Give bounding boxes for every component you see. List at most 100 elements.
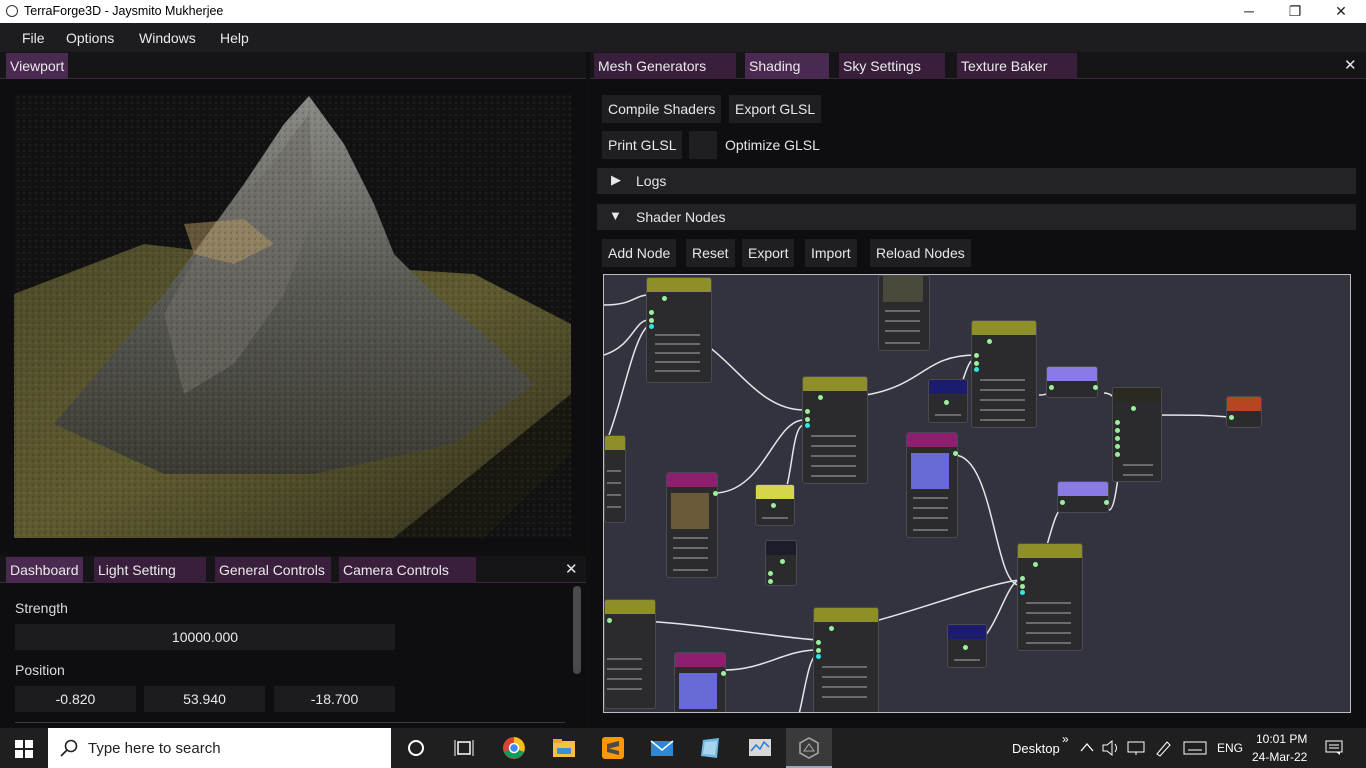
- node-texture-top[interactable]: [878, 275, 930, 351]
- node-texture-2[interactable]: [906, 432, 958, 538]
- terrain-viewport[interactable]: [14, 94, 571, 538]
- node-perlin-4[interactable]: [1017, 543, 1083, 651]
- strength-label: Strength: [15, 600, 68, 616]
- menu-help[interactable]: Help: [220, 30, 249, 46]
- strength-input[interactable]: 10000.000: [15, 624, 395, 650]
- file-explorer-icon[interactable]: [552, 736, 576, 760]
- tab-camera-controls[interactable]: Camera Controls: [339, 557, 476, 583]
- tab-viewport[interactable]: Viewport: [6, 53, 69, 79]
- divider: [15, 722, 565, 723]
- tab-texture-baker[interactable]: Texture Baker: [957, 53, 1077, 79]
- node-slope-1[interactable]: [928, 379, 968, 423]
- texture-thumbnail: [883, 276, 923, 302]
- position-x-input[interactable]: -0.820: [15, 686, 136, 712]
- node-texture-3[interactable]: [674, 652, 726, 712]
- search-icon: [60, 739, 78, 757]
- logs-label: Logs: [636, 173, 667, 189]
- close-window-button[interactable]: ✕: [1318, 0, 1364, 23]
- print-glsl-button[interactable]: Print GLSL: [602, 131, 683, 159]
- collapse-arrow-icon: ▼: [609, 208, 622, 223]
- task-manager-icon[interactable]: [748, 736, 772, 760]
- texture-thumbnail: [679, 673, 717, 709]
- reset-button[interactable]: Reset: [686, 239, 735, 267]
- tab-mesh-generators[interactable]: Mesh Generators: [594, 53, 736, 79]
- tab-general-controls[interactable]: General Controls: [215, 557, 331, 583]
- taskbar: Type here to search Desktop » ENG 10:01 …: [0, 728, 1366, 768]
- export-glsl-button[interactable]: Export GLSL: [729, 95, 822, 123]
- node-perlin-6[interactable]: [813, 607, 879, 712]
- expand-arrow-icon: ▶: [611, 172, 621, 187]
- taskbar-search[interactable]: Type here to search: [48, 728, 391, 768]
- network-icon[interactable]: [1127, 740, 1145, 756]
- tab-dashboard[interactable]: Dashboard: [6, 557, 83, 583]
- viewport-panel: Viewport: [0, 52, 586, 552]
- terraforge-taskbar-button[interactable]: [786, 728, 832, 768]
- node-left-olive[interactable]: [604, 435, 626, 523]
- viewport-tabbar: [0, 52, 586, 79]
- shader-nodes-header[interactable]: ▼ Shader Nodes: [597, 204, 1356, 230]
- close-shading-button[interactable]: ✕: [1344, 56, 1357, 74]
- keyboard-icon[interactable]: [1183, 741, 1207, 755]
- texture-thumbnail: [671, 493, 709, 529]
- shader-nodes-label: Shader Nodes: [636, 209, 726, 225]
- sublime-text-icon[interactable]: [601, 736, 625, 760]
- chevron-icon[interactable]: »: [1062, 732, 1069, 746]
- node-output[interactable]: [1226, 396, 1262, 428]
- mail-icon[interactable]: [650, 736, 674, 760]
- optimize-glsl-label: Optimize GLSL: [725, 137, 820, 153]
- reload-nodes-button[interactable]: Reload Nodes: [870, 239, 971, 267]
- app-icon: [6, 5, 18, 17]
- node-perlin-1[interactable]: [646, 277, 712, 383]
- add-node-button[interactable]: Add Node: [602, 239, 677, 267]
- import-button[interactable]: Import: [805, 239, 857, 267]
- terrain-render: [14, 94, 571, 538]
- node-mix-2[interactable]: [1057, 481, 1109, 513]
- node-perlin-3[interactable]: [802, 376, 868, 484]
- tray-up-arrow-icon[interactable]: [1080, 742, 1094, 752]
- clock-date[interactable]: 24-Mar-22: [1252, 750, 1307, 764]
- node-editor-canvas[interactable]: [603, 274, 1351, 713]
- search-placeholder: Type here to search: [88, 740, 221, 757]
- volume-icon[interactable]: [1102, 740, 1120, 756]
- restore-button[interactable]: ❐: [1272, 0, 1318, 23]
- export-button[interactable]: Export: [742, 239, 795, 267]
- clock-time[interactable]: 10:01 PM: [1256, 732, 1307, 746]
- chrome-icon[interactable]: [502, 736, 526, 760]
- node-pbr-material[interactable]: [1112, 387, 1162, 482]
- menu-bar: File Options Windows Help: [0, 23, 1366, 52]
- menu-file[interactable]: File: [22, 30, 45, 46]
- controls-panel: Dashboard Light Setting General Controls…: [0, 556, 586, 727]
- minimize-button[interactable]: ─: [1226, 0, 1272, 23]
- controls-scrollbar[interactable]: [573, 586, 581, 674]
- node-blinn-phong[interactable]: [765, 540, 797, 586]
- language-indicator[interactable]: ENG: [1217, 741, 1243, 755]
- node-mix-1[interactable]: [1046, 366, 1098, 398]
- title-bar: TerraForge3D - Jaysmito Mukherjee ─ ❐ ✕: [0, 0, 1366, 23]
- menu-options[interactable]: Options: [66, 30, 114, 46]
- cortana-icon[interactable]: [404, 736, 428, 760]
- notification-icon[interactable]: [1325, 740, 1343, 756]
- node-perlin-2[interactable]: [971, 320, 1037, 428]
- tab-shading[interactable]: Shading: [745, 53, 829, 79]
- texture-thumbnail: [911, 453, 949, 489]
- position-z-input[interactable]: -18.700: [274, 686, 395, 712]
- position-y-input[interactable]: 53.940: [144, 686, 265, 712]
- logs-header[interactable]: ▶ Logs: [597, 168, 1356, 194]
- optimize-glsl-checkbox[interactable]: [689, 131, 717, 159]
- terraforge-icon: [799, 737, 819, 759]
- task-view-icon[interactable]: [452, 736, 476, 760]
- pen-icon[interactable]: [1154, 739, 1172, 757]
- node-texture-1[interactable]: [666, 472, 718, 578]
- tab-sky-settings[interactable]: Sky Settings: [839, 53, 945, 79]
- node-color[interactable]: [755, 484, 795, 526]
- menu-windows[interactable]: Windows: [139, 30, 196, 46]
- close-controls-button[interactable]: ✕: [565, 560, 578, 578]
- shading-panel: Mesh Generators Shading Sky Settings Tex…: [590, 52, 1366, 727]
- notebook-icon[interactable]: [699, 736, 723, 760]
- node-perlin-5[interactable]: [604, 599, 656, 709]
- desktop-label[interactable]: Desktop: [1012, 741, 1060, 756]
- node-slope-2[interactable]: [947, 624, 987, 668]
- windows-start-icon[interactable]: [15, 740, 33, 758]
- tab-light-setting[interactable]: Light Setting: [94, 557, 206, 583]
- compile-shaders-button[interactable]: Compile Shaders: [602, 95, 722, 123]
